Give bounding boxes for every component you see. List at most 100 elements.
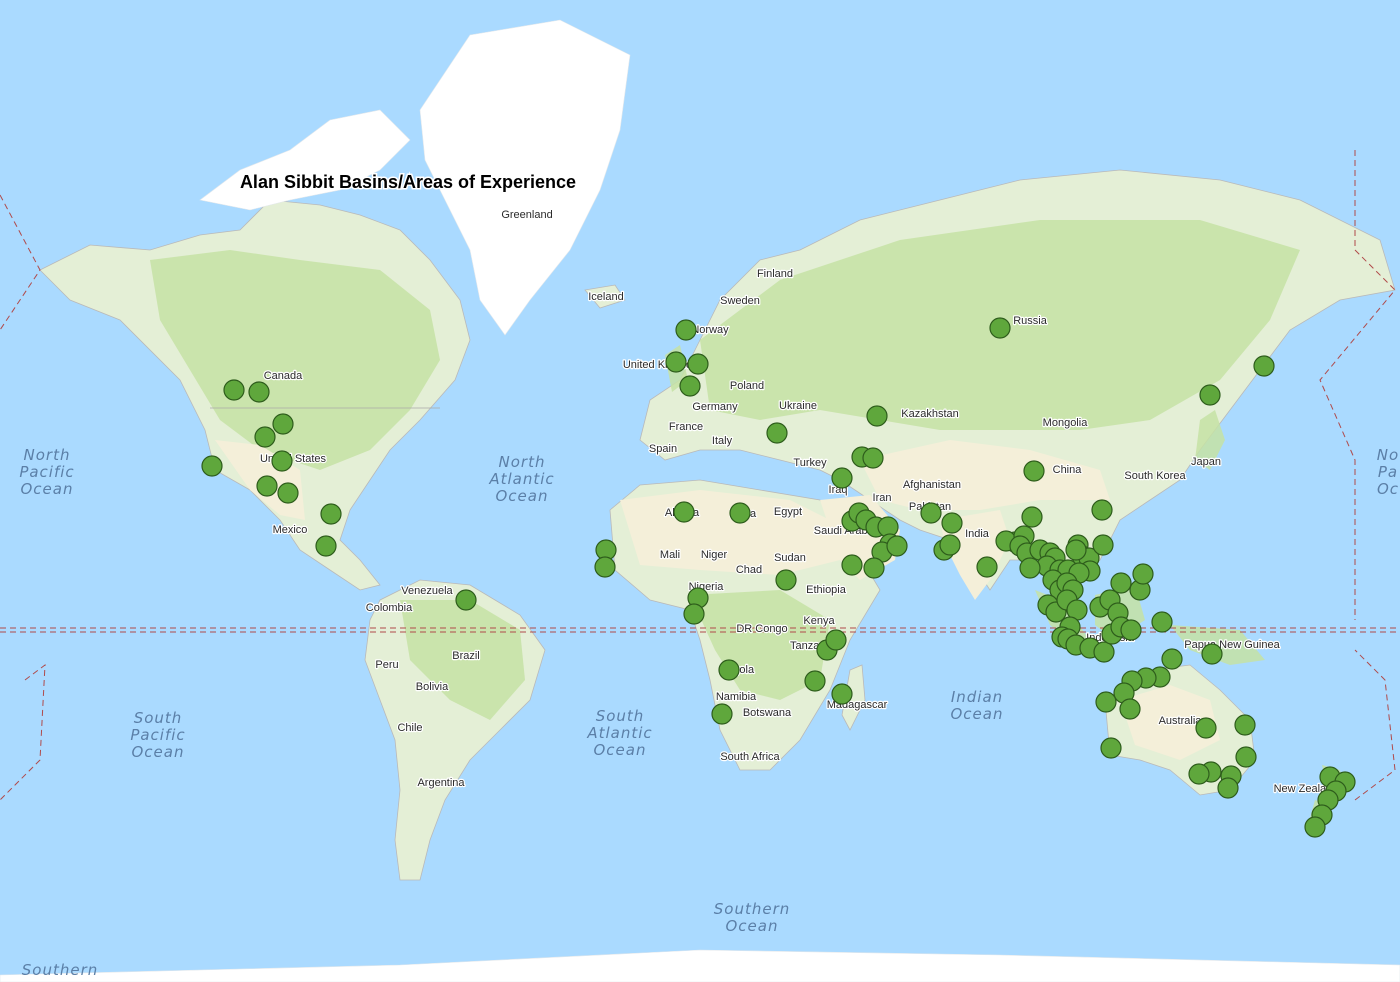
experience-marker[interactable]: [1253, 355, 1275, 377]
experience-marker[interactable]: [272, 413, 294, 435]
experience-marker[interactable]: [976, 556, 998, 578]
experience-marker[interactable]: [665, 351, 687, 373]
experience-marker[interactable]: [271, 450, 293, 472]
experience-marker[interactable]: [673, 501, 695, 523]
experience-marker[interactable]: [1023, 460, 1045, 482]
country-label-japan: Japan: [1191, 456, 1221, 468]
country-label-france: France: [669, 421, 703, 433]
country-label-turkey: Turkey: [793, 457, 827, 469]
country-label-ethiopia: Ethiopia: [806, 584, 847, 596]
experience-marker[interactable]: [831, 683, 853, 705]
experience-marker[interactable]: [825, 629, 847, 651]
experience-marker[interactable]: [1195, 717, 1217, 739]
country-label-bolivia: Bolivia: [416, 681, 449, 693]
experience-marker[interactable]: [315, 535, 337, 557]
experience-marker[interactable]: [223, 379, 245, 401]
country-label-brazil: Brazil: [452, 650, 480, 662]
country-label-venezuela: Venezuela: [401, 585, 453, 597]
experience-marker[interactable]: [1021, 506, 1043, 528]
country-label-peru: Peru: [375, 659, 398, 671]
experience-marker[interactable]: [679, 375, 701, 397]
experience-marker[interactable]: [863, 557, 885, 579]
experience-marker[interactable]: [248, 381, 270, 403]
experience-marker[interactable]: [687, 353, 709, 375]
country-label-papua-new-guinea: Papua New Guinea: [1184, 639, 1280, 651]
experience-marker[interactable]: [718, 659, 740, 681]
experience-marker[interactable]: [1091, 499, 1113, 521]
experience-marker[interactable]: [989, 317, 1011, 339]
country-label-botswana: Botswana: [743, 707, 792, 719]
experience-marker[interactable]: [1235, 746, 1257, 768]
ocean-label-south-pacific-ocean: South Pacific Ocean: [130, 709, 185, 761]
country-label-colombia: Colombia: [366, 602, 413, 614]
experience-marker[interactable]: [683, 603, 705, 625]
ocean-label-north-pacific-ocean: North Pacific Ocean: [19, 446, 74, 498]
experience-marker[interactable]: [866, 405, 888, 427]
experience-marker[interactable]: [201, 455, 223, 477]
experience-marker[interactable]: [1199, 384, 1221, 406]
country-label-china: China: [1053, 464, 1083, 476]
country-label-iceland: Iceland: [588, 291, 623, 303]
experience-marker[interactable]: [1217, 777, 1239, 799]
experience-marker[interactable]: [1100, 737, 1122, 759]
experience-marker[interactable]: [831, 467, 853, 489]
experience-marker[interactable]: [455, 589, 477, 611]
map-title: Alan Sibbit Basins/Areas of Experience: [240, 172, 576, 192]
experience-marker[interactable]: [277, 482, 299, 504]
country-label-chad: Chad: [736, 564, 762, 576]
ocean-label-north-atlantic-ocean: North Atlantic Ocean: [488, 453, 554, 505]
country-label-finland: Finland: [757, 268, 793, 280]
experience-marker[interactable]: [1092, 534, 1114, 556]
country-label-argentina: Argentina: [417, 777, 465, 789]
experience-marker[interactable]: [1019, 557, 1041, 579]
experience-marker[interactable]: [1110, 572, 1132, 594]
experience-marker[interactable]: [1132, 563, 1154, 585]
country-label-kazakhstan: Kazakhstan: [901, 408, 958, 420]
country-label-ukraine: Ukraine: [779, 400, 817, 412]
experience-marker[interactable]: [1095, 691, 1117, 713]
ocean-label-south-atlantic-ocean: South Atlantic Ocean: [586, 707, 652, 759]
experience-marker[interactable]: [766, 422, 788, 444]
country-label-united-states: United States: [260, 453, 327, 465]
experience-marker[interactable]: [775, 569, 797, 591]
experience-marker[interactable]: [1304, 816, 1326, 838]
experience-marker[interactable]: [256, 475, 278, 497]
country-label-poland: Poland: [730, 380, 764, 392]
country-label-niger: Niger: [701, 549, 728, 561]
experience-marker[interactable]: [711, 703, 733, 725]
country-label-south-africa: South Africa: [720, 751, 780, 763]
experience-marker[interactable]: [1151, 611, 1173, 633]
experience-marker[interactable]: [1119, 698, 1141, 720]
experience-marker[interactable]: [254, 426, 276, 448]
experience-marker[interactable]: [804, 670, 826, 692]
experience-marker[interactable]: [939, 534, 961, 556]
ocean-label-north-pacific-ocean-east-: No Pa Oc: [1377, 446, 1399, 498]
experience-marker[interactable]: [675, 319, 697, 341]
world-map[interactable]: North Pacific Ocean North Atlantic Ocean South…: [0, 0, 1400, 982]
experience-marker[interactable]: [1161, 648, 1183, 670]
country-label-germany: Germany: [692, 401, 738, 413]
country-label-kenya: Kenya: [803, 615, 835, 627]
country-label-iran: Iran: [873, 492, 892, 504]
country-label-namibia: Namibia: [716, 691, 757, 703]
experience-marker[interactable]: [1093, 641, 1115, 663]
experience-marker[interactable]: [320, 503, 342, 525]
experience-marker[interactable]: [862, 447, 884, 469]
experience-marker[interactable]: [1120, 619, 1142, 641]
experience-marker[interactable]: [594, 556, 616, 578]
experience-marker[interactable]: [886, 535, 908, 557]
experience-marker[interactable]: [1065, 539, 1087, 561]
experience-marker[interactable]: [841, 554, 863, 576]
country-label-mali: Mali: [660, 549, 680, 561]
experience-marker[interactable]: [1234, 714, 1256, 736]
country-label-afghanistan: Afghanistan: [903, 479, 961, 491]
experience-marker[interactable]: [1201, 643, 1223, 665]
experience-marker[interactable]: [920, 502, 942, 524]
country-label-norway: Norway: [691, 324, 729, 336]
experience-marker[interactable]: [729, 502, 751, 524]
country-label-south-korea: South Korea: [1124, 470, 1186, 482]
country-label-spain: Spain: [649, 443, 677, 455]
experience-marker[interactable]: [941, 512, 963, 534]
experience-marker[interactable]: [1188, 763, 1210, 785]
ocean-label-southern: Southern: [22, 961, 99, 979]
